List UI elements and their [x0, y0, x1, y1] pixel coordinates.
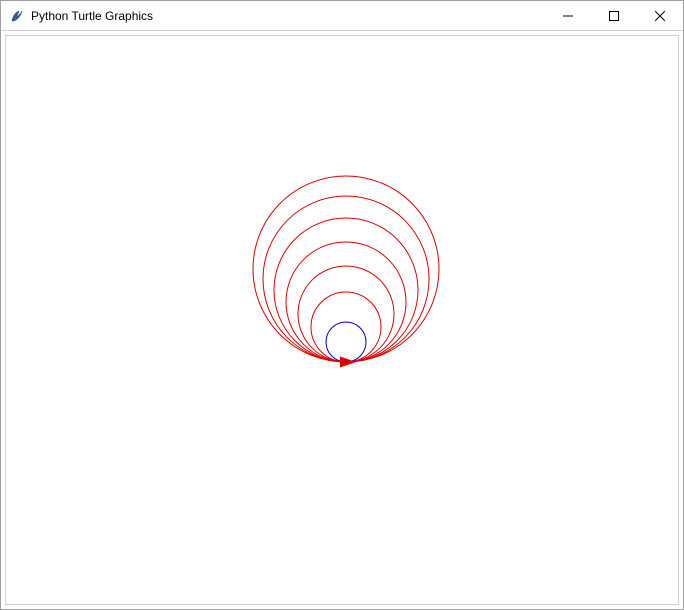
turtle-circle: [253, 176, 439, 362]
turtle-circle: [298, 266, 394, 362]
turtle-circle: [311, 292, 381, 362]
feather-icon: [9, 8, 25, 24]
window-controls: [545, 1, 683, 30]
turtle-cursor-icon: [340, 357, 356, 368]
window-title: Python Turtle Graphics: [31, 9, 545, 23]
app-window: Python Turtle Graphics: [0, 0, 684, 610]
turtle-circle: [274, 218, 418, 362]
maximize-button[interactable]: [591, 1, 637, 30]
minimize-button[interactable]: [545, 1, 591, 30]
turtle-circle: [286, 242, 406, 362]
turtle-circle: [326, 322, 366, 362]
close-button[interactable]: [637, 1, 683, 30]
turtle-circle: [263, 196, 429, 362]
turtle-canvas: [6, 36, 678, 604]
titlebar[interactable]: Python Turtle Graphics: [1, 1, 683, 31]
canvas-area: [5, 35, 679, 605]
